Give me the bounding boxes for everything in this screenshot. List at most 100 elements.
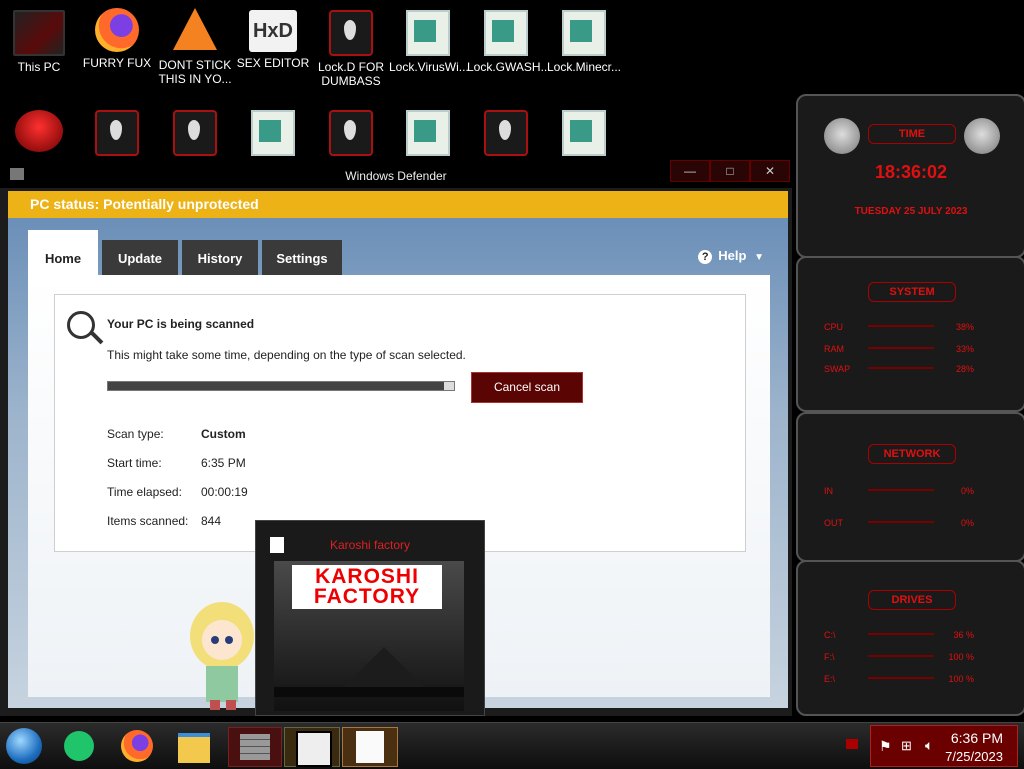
row-label: CPU: [824, 322, 844, 332]
desktop-icon-this-pc[interactable]: This PC: [0, 10, 78, 74]
row-value: 36 %: [953, 630, 974, 640]
row-value: 100 %: [948, 652, 974, 662]
row-value: 38%: [955, 322, 974, 332]
taskbar-firefox[interactable]: [118, 727, 158, 765]
usage-bar: [868, 325, 934, 327]
scan-panel: Your PC is being scanned This might take…: [54, 294, 746, 552]
scan-heading: Your PC is being scanned: [107, 317, 255, 331]
desktop-icon-label: Lock.VirusWi...: [389, 60, 469, 74]
desktop-icon-alien[interactable]: [312, 110, 390, 160]
taskbar-app-karoshi[interactable]: [342, 727, 398, 767]
alien-shortcut-icon: [329, 10, 373, 56]
notification-chevron-icon[interactable]: [846, 739, 858, 749]
karoshi-logo: KAROSHI FACTORY: [292, 565, 442, 609]
tab-home[interactable]: Home: [28, 230, 98, 276]
file-icon: [406, 110, 450, 156]
logo-line: FACTORY: [313, 585, 421, 608]
desktop-icon-label: Lock.GWASH...: [467, 60, 551, 74]
clock-time[interactable]: 6:36 PM: [951, 730, 1003, 746]
speaker-icon[interactable]: 🔈︎: [925, 737, 933, 754]
help-menu[interactable]: ? Help ▼: [698, 248, 764, 264]
preview-thumbnail[interactable]: KAROSHI FACTORY: [274, 561, 464, 711]
clock-date[interactable]: 7/25/2023: [945, 749, 1003, 764]
widget-title: NETWORK: [868, 444, 956, 464]
usage-bar: [868, 633, 934, 635]
row-label: OUT: [824, 518, 843, 528]
desktop-icon-label: SEX EDITOR: [236, 56, 310, 70]
alien-shortcut-icon: [95, 110, 139, 156]
widget-title: SYSTEM: [868, 282, 956, 302]
alien-shortcut-icon: [329, 110, 373, 156]
taskbar-app-wall[interactable]: [228, 727, 282, 767]
taskbar-file-explorer[interactable]: [174, 727, 214, 765]
logo-line: KAROSHI: [315, 565, 419, 588]
star-character-sticker: [190, 602, 254, 710]
taskbar-app-pixel[interactable]: [284, 727, 340, 767]
desktop-icon-lockd[interactable]: Lock.D FOR DUMBASS: [312, 10, 390, 88]
row-label: F:\: [824, 652, 835, 662]
desktop-icon-label: FURRY FUX: [82, 56, 152, 70]
file-icon: [406, 10, 450, 56]
flag-icon[interactable]: ⚑: [879, 738, 892, 755]
folder-icon: [178, 733, 210, 763]
maximize-button[interactable]: □: [710, 160, 750, 182]
time-widget: TIME 18:36:02 TUESDAY 25 JULY 2023: [796, 94, 1024, 258]
file-icon: [484, 10, 528, 56]
progress-fill: [108, 382, 444, 390]
info-label: Items scanned:: [107, 514, 189, 528]
desktop-icon-lock-viruswi[interactable]: Lock.VirusWi...: [389, 10, 469, 74]
alien-head-icon: [824, 118, 860, 154]
karoshi-app-icon: [356, 731, 384, 763]
desktop-icon-alien[interactable]: [467, 110, 545, 160]
desktop-icon-alien[interactable]: [78, 110, 156, 160]
hxd-icon: HxD: [249, 10, 297, 52]
desktop-icon-lock-gwash[interactable]: Lock.GWASH...: [467, 10, 551, 74]
firefox-icon: [121, 730, 153, 762]
desktop-icon-red-monitor[interactable]: [0, 110, 78, 156]
info-label: Start time:: [107, 456, 162, 470]
file-icon: [562, 110, 606, 156]
network-icon[interactable]: ⊞: [901, 738, 912, 754]
system-widget: SYSTEM CPU 38% RAM 33% SWAP 28%: [796, 256, 1024, 412]
usage-bar: [868, 367, 934, 369]
widget-clock: 18:36:02: [874, 162, 948, 182]
usage-bar: [868, 677, 934, 679]
close-button[interactable]: ✕: [750, 160, 790, 182]
help-icon: ?: [698, 250, 713, 264]
desktop-icon-file[interactable]: [389, 110, 467, 160]
factory-silhouette: [344, 647, 424, 687]
minimize-button[interactable]: —: [670, 160, 710, 182]
taskbar-preview-popup[interactable]: Karoshi factory KAROSHI FACTORY: [255, 520, 485, 716]
desktop-icon-label: Lock.Minecr...: [546, 60, 622, 74]
desktop-icon-firefox[interactable]: FURRY FUX: [78, 8, 156, 70]
desktop-icon-file[interactable]: [545, 110, 623, 160]
start-button[interactable]: [6, 728, 42, 764]
taskbar-chat-app[interactable]: [60, 727, 100, 765]
desktop-icon-file[interactable]: [234, 110, 312, 160]
vlc-icon: [173, 8, 217, 50]
desktop-icon-vlc[interactable]: DONT STICK THIS IN YO...: [156, 8, 234, 86]
title-bar[interactable]: Windows Defender — □ ✕: [0, 160, 792, 188]
row-value: 0%: [960, 486, 974, 496]
cancel-scan-button[interactable]: Cancel scan: [471, 372, 583, 403]
desktop-icon-hxd[interactable]: HxD SEX EDITOR: [234, 10, 312, 70]
pixel-app-icon: [296, 731, 332, 767]
row-value: 28%: [955, 364, 974, 374]
red-monitor-icon: [15, 110, 63, 152]
row-value: 33%: [955, 344, 974, 354]
pc-status-banner: PC status: Potentially unprotected: [8, 191, 788, 218]
info-start-time: Start time: 6:35 PM: [107, 456, 246, 470]
desktop-icon-alien[interactable]: [156, 110, 234, 160]
row-value: 100 %: [948, 674, 974, 684]
desktop-icon-label: DONT STICK THIS IN YO...: [158, 58, 232, 86]
info-scan-type: Scan type: Custom: [107, 427, 246, 441]
tab-settings[interactable]: Settings: [262, 240, 342, 278]
scan-progress-bar: [107, 381, 455, 391]
widget-title: TIME: [868, 124, 956, 144]
tab-update[interactable]: Update: [102, 240, 178, 278]
tab-history[interactable]: History: [182, 240, 258, 278]
chevron-down-icon: ▼: [754, 252, 764, 263]
widget-date: TUESDAY 25 JULY 2023: [854, 206, 968, 217]
desktop-icon-lock-minecr[interactable]: Lock.Minecr...: [545, 10, 623, 74]
row-label: C:\: [824, 630, 836, 640]
